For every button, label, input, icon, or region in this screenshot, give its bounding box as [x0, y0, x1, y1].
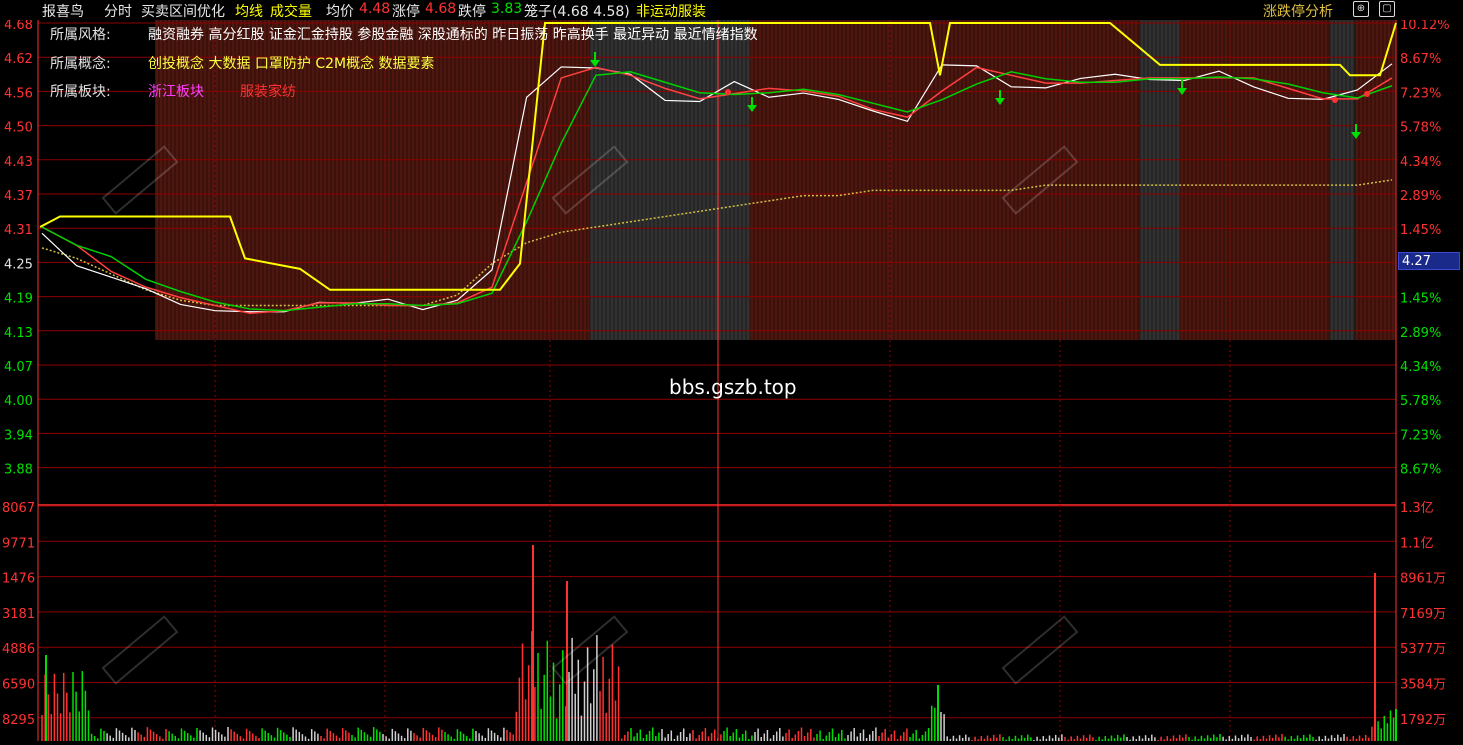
current-price-tag: 4.27	[1398, 252, 1460, 270]
buy-dot-icon	[1332, 97, 1338, 103]
avg-line-toggle[interactable]: 均线	[235, 1, 263, 21]
concept-label: 所属概念:	[50, 56, 111, 72]
buy-dot-icon	[1364, 91, 1370, 97]
volume-tick-label: 6590	[2, 678, 35, 693]
cage-label: 笼子(4.68 4.58)	[524, 4, 630, 20]
price-tick-label: 4.19	[4, 292, 33, 307]
maximize-icon[interactable]: ▢	[1379, 1, 1395, 17]
price-tick-label: 4.07	[4, 360, 33, 375]
pct-tick-label: 5.78%	[1400, 121, 1441, 136]
volume-right-tick-label: 1.3亿	[1400, 501, 1434, 516]
pct-tick-label: 2.89%	[1400, 326, 1441, 341]
volume-right-tick-label: 1.1亿	[1400, 536, 1434, 551]
volume-right-tick-label: 8961万	[1400, 572, 1446, 587]
volume-right-tick-label: 5377万	[1400, 642, 1446, 657]
sector-label: 所属板块:	[50, 84, 111, 100]
style-values: 融资融券 高分红股 证金汇金持股 参股金融 深股通标的 昨日振荡 昨高换手 最近…	[148, 27, 758, 43]
indicator-name[interactable]: 买卖区间优化	[141, 1, 225, 21]
pct-tick-label: 7.23%	[1400, 86, 1441, 101]
category-note: 非运动服装	[636, 4, 706, 20]
pct-tick-label: 10.12%	[1400, 20, 1450, 33]
info-sector-row: 所属板块: 浙江板块 服装家纺	[50, 81, 296, 101]
style-label: 所属风格:	[50, 27, 111, 43]
concept-values: 创投概念 大数据 口罩防护 C2M概念 数据要素	[148, 56, 435, 72]
price-tick-label: 4.50	[4, 121, 33, 136]
volume-toggle[interactable]: 成交量	[270, 1, 312, 21]
volume-tick-label: 3181	[2, 607, 35, 622]
settings-icon[interactable]: ⊕	[1353, 1, 1369, 17]
info-concept-row: 所属概念: 创投概念 大数据 口罩防护 C2M概念 数据要素	[50, 53, 435, 73]
volume-tick-label: 1476	[2, 572, 35, 587]
avg-price-value: 4.48	[359, 1, 391, 17]
volume-right-tick-label: 1792万	[1400, 713, 1446, 728]
pct-tick-label: 1.45%	[1400, 223, 1441, 238]
limit-up-label: 涨停	[392, 4, 420, 20]
price-tick-label: 4.25	[4, 257, 33, 272]
volume-right-tick-label: 3584万	[1400, 678, 1446, 693]
price-tick-label: 4.13	[4, 326, 33, 341]
mode-label[interactable]: 分时	[104, 1, 132, 21]
limit-up-value: 4.68	[425, 1, 457, 17]
pct-tick-label: 4.34%	[1400, 155, 1441, 170]
price-tick-label: 4.00	[4, 394, 33, 409]
avg-price-label: 均价	[326, 4, 354, 20]
header-bar: 报喜鸟 分时 买卖区间优化 均线 成交量 均价 4.48 涨停 4.68 跌停 …	[0, 0, 1463, 20]
intraday-chart-panel: 4.68 10.12% 4.62 8.67% 4.56 7.23% 4.50 5.78% 4.4…	[0, 18, 1463, 741]
pct-tick-label: 8.67%	[1400, 463, 1441, 478]
pct-tick-label: 8.67%	[1400, 52, 1441, 67]
pct-tick-label: 1.45%	[1400, 292, 1441, 307]
brand-watermark-mark	[551, 615, 629, 685]
sector-apparel[interactable]: 服装家纺	[240, 84, 296, 100]
volume-tick-label: 8295	[2, 713, 35, 728]
pct-tick-label: 4.34%	[1400, 360, 1441, 375]
price-tick-label: 4.43	[4, 155, 33, 170]
brand-watermark-logo	[101, 615, 179, 685]
pct-tick-label: 2.89%	[1400, 189, 1441, 204]
price-tick-label: 4.31	[4, 223, 33, 238]
pct-tick-label: 5.78%	[1400, 394, 1441, 409]
price-tick-label: 4.56	[4, 86, 33, 101]
limit-down-label: 跌停	[458, 4, 486, 20]
sector-zhejiang[interactable]: 浙江板块	[148, 84, 204, 100]
price-tick-label: 3.88	[4, 463, 33, 478]
site-watermark: bbs.gszb.top	[669, 375, 797, 399]
volume-tick-label: 8067	[2, 501, 35, 516]
price-tick-label: 4.37	[4, 189, 33, 204]
pct-tick-label: 7.23%	[1400, 428, 1441, 443]
limit-analysis-button[interactable]: 涨跌停分析	[1263, 1, 1333, 21]
stock-name[interactable]: 报喜鸟	[42, 1, 84, 21]
brand-watermark-mark	[101, 615, 179, 685]
brand-watermark-mark	[1001, 615, 1079, 685]
volume-right-tick-label: 7169万	[1400, 607, 1446, 622]
volume-tick-label: 4886	[2, 642, 35, 657]
brand-watermark-logo	[1001, 615, 1079, 685]
volume-tick-label: 9771	[2, 536, 35, 551]
brand-watermark-logo	[551, 615, 629, 685]
info-style-row: 所属风格: 融资融券 高分红股 证金汇金持股 参股金融 深股通标的 昨日振荡 昨高…	[50, 24, 758, 44]
price-tick-label: 3.94	[4, 428, 33, 443]
price-tick-label: 4.62	[4, 52, 33, 67]
price-tick-label: 4.68	[4, 20, 33, 33]
buy-dot-icon	[725, 89, 731, 95]
limit-down-value: 3.83	[491, 1, 523, 17]
